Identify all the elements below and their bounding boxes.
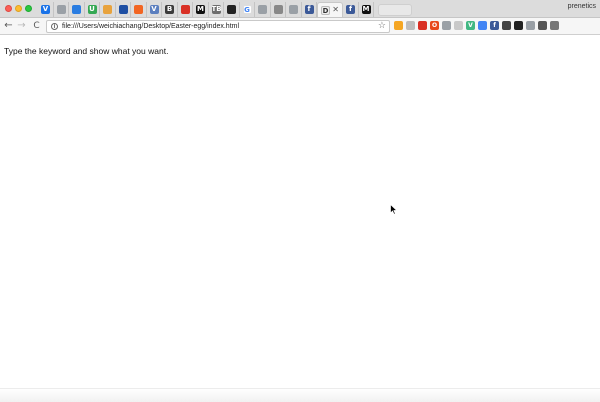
ext-lines-icon[interactable] [454,21,463,30]
browser-tab[interactable] [178,2,193,17]
facebook-icon: f [346,5,355,14]
stack-icon [103,5,112,14]
bottom-edge [0,388,600,402]
sheet-icon [72,5,81,14]
browser-tab[interactable] [100,2,116,17]
browser-tab[interactable] [271,2,286,17]
ext-dark-icon[interactable] [514,21,523,30]
profile-name[interactable]: prenetics [568,3,596,10]
browser-tab[interactable] [54,2,69,17]
forward-button[interactable]: → [16,20,27,32]
ext-eye-icon[interactable] [502,21,511,30]
ext-grey-icon[interactable] [442,21,451,30]
close-tab-icon[interactable]: ✕ [332,4,339,16]
google-icon: G [242,5,252,14]
page-message: Type the keyword and show what you want. [4,46,169,56]
browser-tab[interactable]: B [162,2,178,17]
browser-tab[interactable] [116,2,131,17]
browser-tab[interactable] [131,2,147,17]
browser-tab[interactable] [224,2,240,17]
ext-orange-icon[interactable] [394,21,403,30]
browser-tab[interactable]: TB [209,2,224,17]
bookmark-star-icon[interactable]: ☆ [378,21,386,32]
circle-icon [118,5,128,14]
medium-icon: M [196,5,205,14]
back-button[interactable]: ← [3,20,14,32]
ext-facebook-icon[interactable]: f [490,21,499,30]
browser-tab[interactable]: M [359,2,374,17]
tab-list: VUVBMTBGfD✕fM [38,2,412,17]
ext-opera-icon[interactable]: O [430,21,439,30]
address-bar[interactable]: i file:///Users/weichiachang/Desktop/Eas… [46,20,390,33]
minimize-window-icon[interactable] [15,5,22,12]
ext-red-icon[interactable] [418,21,427,30]
page-content: Type the keyword and show what you want. [0,36,600,388]
medium-icon: M [361,5,371,14]
mouse-cursor-icon [390,204,398,215]
orange-circle-icon [134,5,143,14]
v-icon: V [41,5,50,14]
new-tab-button[interactable] [378,4,412,16]
ext-blue-icon[interactable] [478,21,487,30]
tb-icon: TB [211,5,221,14]
ext-mic-icon[interactable] [538,21,547,30]
browser-tab[interactable] [286,2,302,17]
active-tab-title: D [321,6,330,15]
browser-tab[interactable]: U [85,2,100,17]
ext-vue-icon[interactable]: V [466,21,475,30]
ext-menu-icon[interactable] [550,21,559,30]
address-url[interactable]: file:///Users/weichiachang/Desktop/Easte… [62,22,239,32]
maximize-window-icon[interactable] [25,5,32,12]
browser-tab[interactable]: G [240,2,255,17]
ext-filter-icon[interactable] [526,21,535,30]
doc-icon [258,5,267,14]
github-icon [227,5,236,14]
browser-tab[interactable]: V [147,2,162,17]
extensions-bar: O Vf [394,21,559,30]
facebook-icon: f [304,5,314,14]
browser-tab[interactable]: f [302,2,317,17]
doc-icon [289,5,298,14]
v-icon: V [149,5,159,14]
puzzle-icon [273,5,283,14]
pin-icon [180,5,190,14]
browser-toolbar: ← → C i file:///Users/weichiachang/Deskt… [0,18,600,35]
browser-tab[interactable]: f [343,2,359,17]
b-icon: B [165,5,174,14]
browser-tab[interactable] [69,2,85,17]
tab-strip: VUVBMTBGfD✕fM prenetics [0,0,600,18]
browser-tab[interactable] [255,2,271,17]
doc-icon [56,5,66,14]
info-icon[interactable]: i [51,23,58,30]
ext-code-icon[interactable] [406,21,415,30]
browser-tab[interactable]: V [38,2,54,17]
browser-tab[interactable]: M [193,2,209,17]
u-icon: U [87,5,97,14]
close-window-icon[interactable] [5,5,12,12]
reload-button[interactable]: C [31,20,42,32]
active-tab[interactable]: D ✕ [317,2,343,17]
